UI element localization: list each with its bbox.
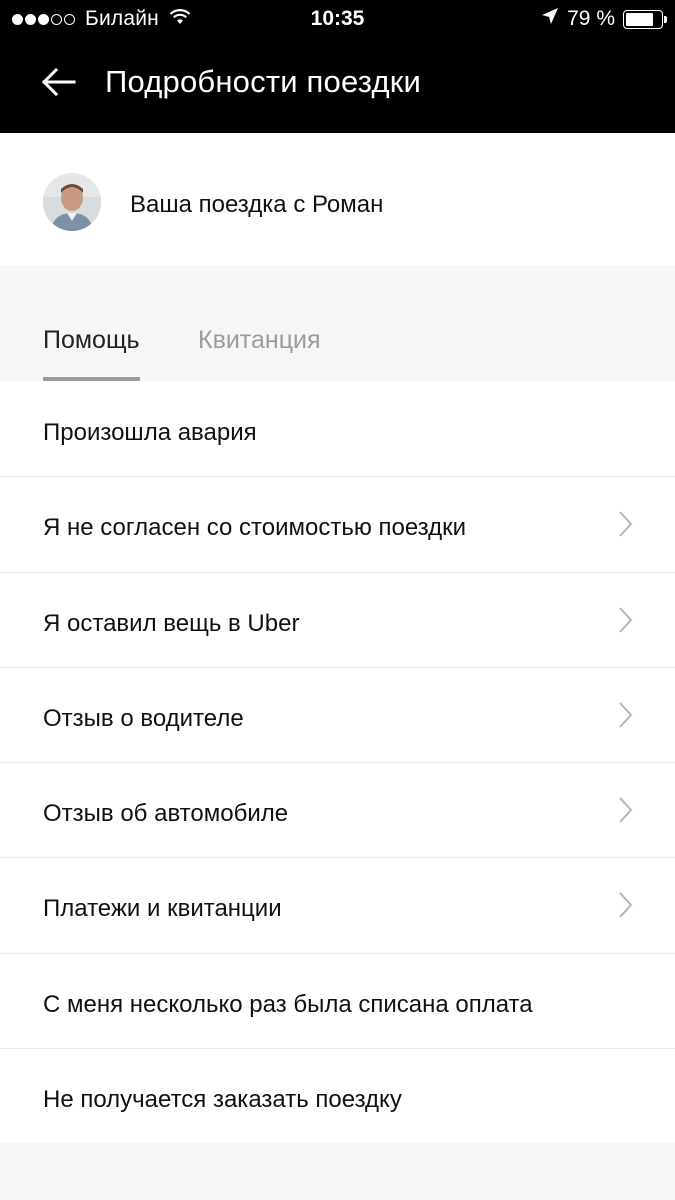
list-item-label: Платежи и квитанции bbox=[43, 895, 282, 923]
battery-icon bbox=[623, 9, 667, 29]
list-item-payments-receipts[interactable]: Платежи и квитанции bbox=[0, 857, 675, 952]
chevron-right-icon bbox=[619, 797, 633, 823]
driver-row: Ваша поездка с Роман bbox=[0, 133, 675, 266]
list-item-label: Произошла авария bbox=[43, 419, 257, 446]
list-item-label: Отзыв об автомобиле bbox=[43, 800, 289, 828]
list-item-label: Не получается заказать поездку bbox=[43, 1086, 402, 1114]
list-item-label: Я оставил вещь в Uber bbox=[43, 609, 300, 637]
location-arrow-icon bbox=[541, 7, 559, 31]
chevron-right-icon bbox=[619, 606, 633, 633]
battery-percentage: 79 % bbox=[567, 7, 615, 30]
tab-help[interactable]: Помощь bbox=[43, 326, 140, 355]
list-item-label: С меня несколько раз была списана оплата bbox=[43, 990, 533, 1018]
tab-receipt[interactable]: Квитанция bbox=[198, 326, 321, 355]
list-item-label: Я не согласен со стоимостью поездки bbox=[43, 514, 467, 542]
list-item-vehicle-feedback[interactable]: Отзыв об автомобиле bbox=[0, 762, 675, 857]
help-list: Произошла авария Я не согласен со стоимо… bbox=[0, 381, 675, 1144]
list-item-driver-feedback[interactable]: Отзыв о водителе bbox=[0, 666, 675, 762]
page-title: Подробности поездки bbox=[105, 64, 422, 99]
app-header: Билайн 10:35 79 % Подробности поездки bbox=[0, 0, 675, 133]
chevron-right-icon bbox=[619, 702, 633, 728]
list-item-fare-dispute[interactable]: Я не согласен со стоимостью поездки bbox=[0, 476, 675, 571]
chevron-right-icon bbox=[619, 511, 633, 537]
list-item-label: Отзыв о водителе bbox=[43, 704, 244, 732]
trip-driver-label: Ваша поездка с Роман bbox=[130, 191, 384, 218]
back-button[interactable] bbox=[40, 62, 80, 102]
chevron-right-icon bbox=[619, 892, 633, 919]
driver-avatar bbox=[43, 173, 101, 231]
list-item-accident[interactable]: Произошла авария bbox=[0, 381, 675, 476]
tab-bar: Помощь Квитанция bbox=[0, 266, 675, 381]
list-item-multiple-charges[interactable]: С меня несколько раз была списана оплата bbox=[0, 952, 675, 1048]
list-item-cannot-order[interactable]: Не получается заказать поездку bbox=[0, 1048, 675, 1143]
arrow-left-icon bbox=[41, 67, 76, 97]
list-item-lost-item[interactable]: Я оставил вещь в Uber bbox=[0, 571, 675, 667]
status-bar: Билайн 10:35 79 % bbox=[0, 0, 675, 38]
